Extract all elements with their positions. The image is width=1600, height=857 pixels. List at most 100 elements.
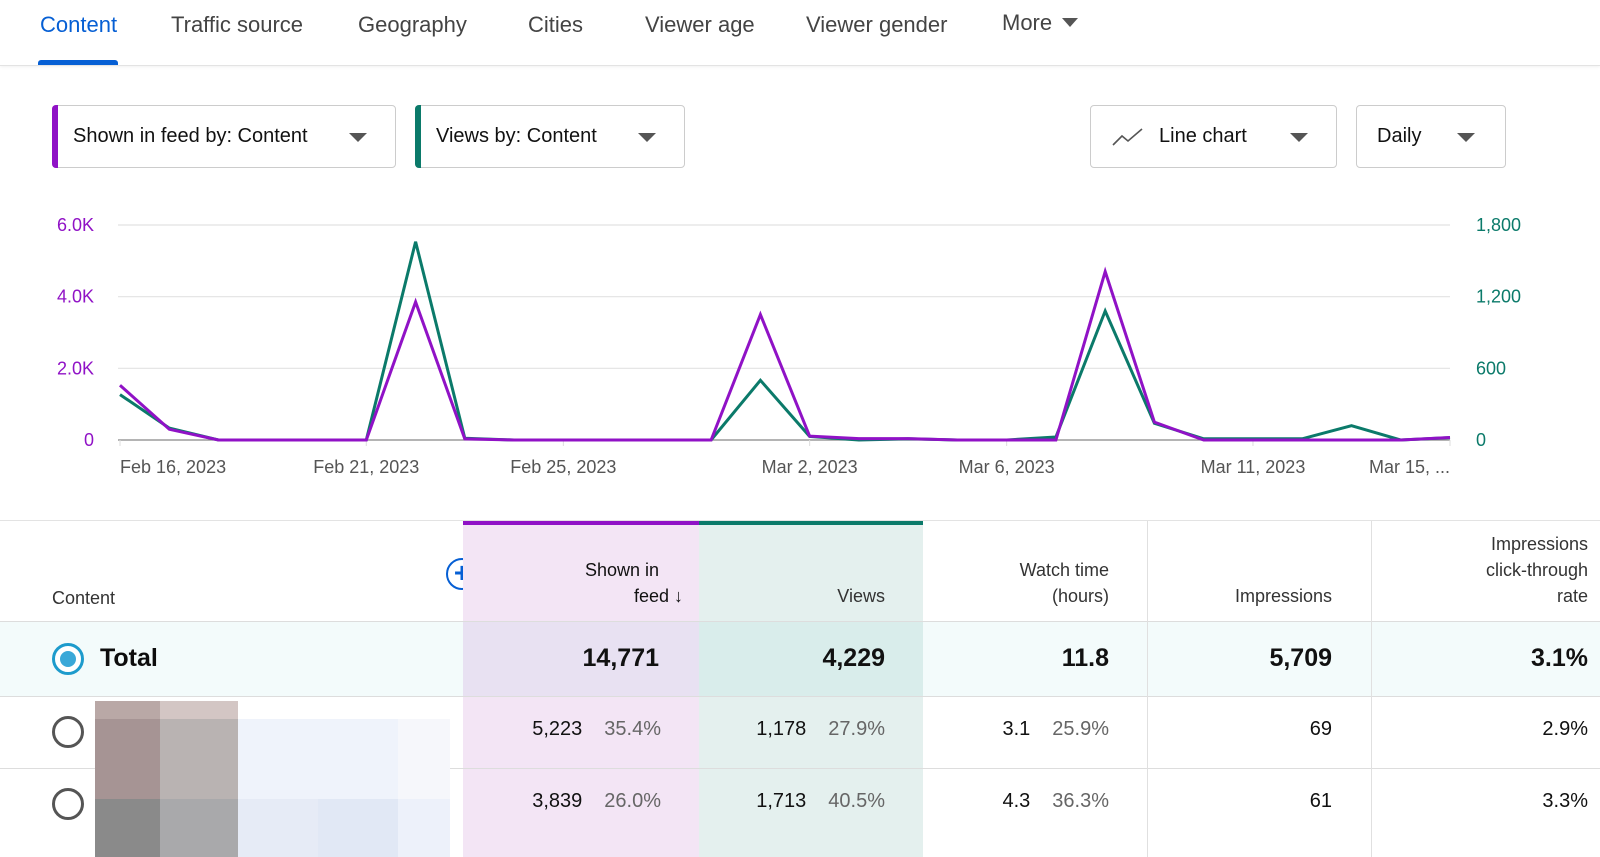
x-tick-label: Feb 21, 2023 bbox=[313, 457, 419, 477]
row1-shown-in-feed: 5,223 bbox=[532, 718, 583, 740]
y-left-tick-label: 0 bbox=[84, 430, 94, 450]
total-shown-cell: 14,771 bbox=[463, 622, 699, 697]
shown-in-feed-column: Shown in feed ↓ 14,771 5,223 35.4% 3,839 2… bbox=[463, 521, 699, 857]
total-watch-time: 11.8 bbox=[1061, 644, 1109, 672]
shown-in-feed-header[interactable]: Shown in feed ↓ bbox=[463, 521, 699, 622]
caret-down-icon bbox=[1457, 133, 1475, 142]
metric1-dropdown[interactable]: Shown in feed by: Content bbox=[52, 105, 396, 168]
metric1-label: Shown in feed by: Content bbox=[73, 125, 308, 147]
total-impressions-cell: 5,709 bbox=[1147, 622, 1371, 697]
row2-shown-in-feed-pct: 26.0% bbox=[604, 790, 661, 812]
watch-time-header[interactable]: Watch time (hours) bbox=[923, 521, 1147, 622]
watch-time-header-line2: (hours) bbox=[1051, 586, 1109, 606]
caret-down-icon bbox=[638, 133, 656, 142]
total-ctr-cell: 3.1% bbox=[1371, 622, 1600, 697]
video-thumbnails-blurred bbox=[95, 701, 450, 857]
y-right-tick-label: 600 bbox=[1476, 358, 1506, 378]
line-chart: 0 0 2.0K 600 4.0K 1,200 6.0K 1,800 Feb 16, 2023 F… bbox=[0, 200, 1600, 500]
watch-time-column: Watch time (hours) 11.8 3.1 25.9% 4.3 36.3… bbox=[923, 521, 1147, 857]
row1-impressions: 69 bbox=[1309, 718, 1332, 740]
views-header-label: Views bbox=[837, 586, 885, 606]
column-divider bbox=[1371, 521, 1372, 857]
chart-type-dropdown[interactable]: Line chart bbox=[1090, 105, 1337, 168]
content-header: Content + bbox=[0, 521, 478, 622]
tab-traffic-source[interactable]: Traffic source bbox=[171, 12, 303, 38]
line-chart-svg: 0 0 2.0K 600 4.0K 1,200 6.0K 1,800 Feb 16, 2023 F… bbox=[57, 215, 1521, 477]
total-views-cell: 4,229 bbox=[699, 622, 923, 697]
content-table: Content + Total Shown in feed ↓ 14,771 5… bbox=[0, 520, 1600, 857]
caret-down-icon bbox=[1062, 17, 1079, 27]
tab-more[interactable]: More bbox=[1002, 10, 1079, 36]
total-shown-in-feed: 14,771 bbox=[582, 644, 659, 672]
x-tick-label: Feb 16, 2023 bbox=[120, 457, 226, 477]
y-left-tick-label: 2.0K bbox=[57, 358, 94, 378]
tab-bar: Content Traffic source Geography Cities … bbox=[0, 0, 1600, 66]
tab-viewer-age[interactable]: Viewer age bbox=[645, 12, 755, 38]
row1-impressions-cell: 69 bbox=[1147, 697, 1371, 769]
total-radio[interactable] bbox=[52, 643, 84, 675]
ctr-header-line3: rate bbox=[1556, 586, 1588, 606]
tab-more-label: More bbox=[1002, 10, 1053, 35]
interval-label: Daily bbox=[1377, 125, 1422, 147]
row-radio[interactable] bbox=[52, 788, 84, 820]
metric2-color-accent bbox=[415, 105, 421, 168]
tab-geography[interactable]: Geography bbox=[358, 12, 467, 38]
x-tick-label: Mar 2, 2023 bbox=[762, 457, 858, 477]
row2-views-pct: 40.5% bbox=[828, 790, 885, 812]
impressions-column: Impressions 5,709 69 61 bbox=[1147, 521, 1371, 857]
row2-watch-time-cell: 4.3 36.3% bbox=[923, 769, 1147, 857]
row-radio[interactable] bbox=[52, 716, 84, 748]
ctr-header[interactable]: Impressions click-through rate bbox=[1371, 521, 1600, 622]
row1-views-pct: 27.9% bbox=[828, 718, 885, 740]
metric2-label: Views by: Content bbox=[436, 125, 597, 147]
ctr-column: Impressions click-through rate 3.1% 2.9%… bbox=[1371, 521, 1600, 857]
active-tab-indicator bbox=[38, 60, 118, 65]
row1-watch-time-cell: 3.1 25.9% bbox=[923, 697, 1147, 769]
watch-time-header-line1: Watch time bbox=[1019, 560, 1109, 580]
metric2-dropdown[interactable]: Views by: Content bbox=[415, 105, 685, 168]
chart-type-label: Line chart bbox=[1159, 125, 1247, 147]
row1-ctr: 2.9% bbox=[1542, 718, 1588, 740]
y-left-tick-label: 6.0K bbox=[57, 215, 94, 235]
interval-dropdown[interactable]: Daily bbox=[1356, 105, 1506, 168]
row1-views-cell: 1,178 27.9% bbox=[699, 697, 923, 769]
tab-content[interactable]: Content bbox=[40, 12, 117, 38]
x-tick-label: Mar 6, 2023 bbox=[959, 457, 1055, 477]
row2-watch-time-pct: 36.3% bbox=[1052, 790, 1109, 812]
row1-views: 1,178 bbox=[756, 718, 807, 740]
row2-shown-in-feed: 3,839 bbox=[532, 790, 583, 812]
tab-cities[interactable]: Cities bbox=[528, 12, 583, 38]
y-left-tick-label: 4.0K bbox=[57, 287, 94, 307]
tab-viewer-gender[interactable]: Viewer gender bbox=[806, 12, 947, 38]
x-tick-label: Feb 25, 2023 bbox=[510, 457, 616, 477]
ctr-header-line2: click-through bbox=[1485, 560, 1588, 580]
content-column: Content + Total bbox=[0, 521, 478, 857]
row2-shown-cell: 3,839 26.0% bbox=[463, 769, 699, 857]
y-right-tick-label: 0 bbox=[1476, 430, 1486, 450]
total-watch-time-cell: 11.8 bbox=[923, 622, 1147, 697]
views-header[interactable]: Views bbox=[699, 521, 923, 622]
content-header-label: Content bbox=[52, 588, 116, 608]
row1-watch-time: 3.1 bbox=[1002, 718, 1031, 740]
shown-in-feed-header-line2: feed ↓ bbox=[633, 586, 683, 606]
shown-in-feed-header-line1: Shown in bbox=[584, 560, 659, 580]
total-label: Total bbox=[100, 644, 158, 672]
row2-ctr-cell: 3.3% bbox=[1371, 769, 1600, 857]
row1-ctr-cell: 2.9% bbox=[1371, 697, 1600, 769]
caret-down-icon bbox=[1290, 133, 1308, 142]
metric1-color-accent bbox=[52, 105, 58, 168]
views-column: Views 4,229 1,178 27.9% 1,713 40.5% bbox=[699, 521, 923, 857]
row1-shown-cell: 5,223 35.4% bbox=[463, 697, 699, 769]
total-views: 4,229 bbox=[822, 644, 885, 672]
impressions-header[interactable]: Impressions bbox=[1147, 521, 1371, 622]
total-impressions: 5,709 bbox=[1269, 644, 1332, 672]
total-ctr: 3.1% bbox=[1531, 644, 1588, 672]
series-line-views bbox=[119, 241, 1451, 442]
total-row[interactable]: Total bbox=[0, 622, 463, 697]
row2-views-cell: 1,713 40.5% bbox=[699, 769, 923, 857]
x-tick-label: Mar 11, 2023 bbox=[1201, 457, 1306, 477]
row1-watch-time-pct: 25.9% bbox=[1052, 718, 1109, 740]
impressions-header-label: Impressions bbox=[1234, 586, 1332, 606]
ctr-header-line1: Impressions bbox=[1490, 534, 1588, 554]
row2-ctr: 3.3% bbox=[1542, 790, 1588, 812]
